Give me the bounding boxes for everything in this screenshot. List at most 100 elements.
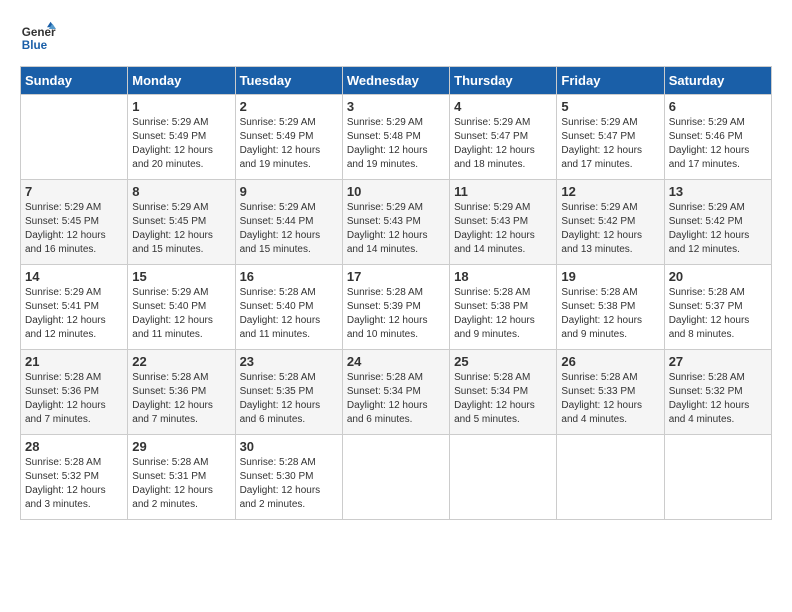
calendar-cell: 10 Sunrise: 5:29 AM Sunset: 5:43 PM Dayli…	[342, 180, 449, 265]
day-number: 22	[132, 354, 230, 369]
calendar-cell: 28 Sunrise: 5:28 AM Sunset: 5:32 PM Dayli…	[21, 435, 128, 520]
day-info: Sunrise: 5:28 AM Sunset: 5:38 PM Dayligh…	[561, 286, 659, 342]
calendar-cell: 20 Sunrise: 5:28 AM Sunset: 5:37 PM Dayli…	[664, 265, 771, 350]
day-info: Sunrise: 5:29 AM Sunset: 5:40 PM Dayligh…	[132, 286, 230, 342]
day-number: 29	[132, 439, 230, 454]
day-number: 23	[240, 354, 338, 369]
day-number: 21	[25, 354, 123, 369]
calendar-cell	[664, 435, 771, 520]
day-info: Sunrise: 5:28 AM Sunset: 5:32 PM Dayligh…	[25, 456, 123, 512]
day-number: 10	[347, 184, 445, 199]
day-info: Sunrise: 5:28 AM Sunset: 5:32 PM Dayligh…	[669, 371, 767, 427]
day-number: 3	[347, 99, 445, 114]
day-number: 4	[454, 99, 552, 114]
day-info: Sunrise: 5:29 AM Sunset: 5:46 PM Dayligh…	[669, 116, 767, 172]
calendar-cell	[450, 435, 557, 520]
day-info: Sunrise: 5:28 AM Sunset: 5:33 PM Dayligh…	[561, 371, 659, 427]
calendar-cell: 3 Sunrise: 5:29 AM Sunset: 5:48 PM Daylig…	[342, 95, 449, 180]
day-info: Sunrise: 5:29 AM Sunset: 5:49 PM Dayligh…	[132, 116, 230, 172]
day-number: 24	[347, 354, 445, 369]
day-info: Sunrise: 5:29 AM Sunset: 5:42 PM Dayligh…	[669, 201, 767, 257]
day-info: Sunrise: 5:29 AM Sunset: 5:45 PM Dayligh…	[25, 201, 123, 257]
day-number: 1	[132, 99, 230, 114]
calendar-cell: 19 Sunrise: 5:28 AM Sunset: 5:38 PM Dayli…	[557, 265, 664, 350]
calendar-cell: 27 Sunrise: 5:28 AM Sunset: 5:32 PM Dayli…	[664, 350, 771, 435]
calendar-cell: 11Sunrise: 5:29 AM Sunset: 5:43 PM Dayli…	[450, 180, 557, 265]
day-number: 9	[240, 184, 338, 199]
weekday-header-wednesday: Wednesday	[342, 67, 449, 95]
calendar-table: SundayMondayTuesdayWednesdayThursdayFrid…	[20, 66, 772, 520]
calendar-cell: 5 Sunrise: 5:29 AM Sunset: 5:47 PM Daylig…	[557, 95, 664, 180]
weekday-header-thursday: Thursday	[450, 67, 557, 95]
calendar-cell: 2 Sunrise: 5:29 AM Sunset: 5:49 PM Daylig…	[235, 95, 342, 180]
day-number: 5	[561, 99, 659, 114]
day-info: Sunrise: 5:29 AM Sunset: 5:44 PM Dayligh…	[240, 201, 338, 257]
weekday-header-friday: Friday	[557, 67, 664, 95]
calendar-cell: 17 Sunrise: 5:28 AM Sunset: 5:39 PM Dayli…	[342, 265, 449, 350]
calendar-cell: 6 Sunrise: 5:29 AM Sunset: 5:46 PM Daylig…	[664, 95, 771, 180]
calendar-cell: 24 Sunrise: 5:28 AM Sunset: 5:34 PM Dayli…	[342, 350, 449, 435]
calendar-cell: 29 Sunrise: 5:28 AM Sunset: 5:31 PM Dayli…	[128, 435, 235, 520]
day-number: 20	[669, 269, 767, 284]
logo: General Blue	[20, 20, 56, 56]
calendar-cell: 14Sunrise: 5:29 AM Sunset: 5:41 PM Dayli…	[21, 265, 128, 350]
day-number: 30	[240, 439, 338, 454]
day-info: Sunrise: 5:28 AM Sunset: 5:37 PM Dayligh…	[669, 286, 767, 342]
calendar-cell: 1 Sunrise: 5:29 AM Sunset: 5:49 PM Daylig…	[128, 95, 235, 180]
day-number: 26	[561, 354, 659, 369]
day-number: 8	[132, 184, 230, 199]
calendar-cell	[21, 95, 128, 180]
calendar-cell: 9 Sunrise: 5:29 AM Sunset: 5:44 PM Daylig…	[235, 180, 342, 265]
calendar-cell	[342, 435, 449, 520]
day-info: Sunrise: 5:28 AM Sunset: 5:40 PM Dayligh…	[240, 286, 338, 342]
logo-icon: General Blue	[20, 20, 56, 56]
calendar-cell: 26 Sunrise: 5:28 AM Sunset: 5:33 PM Dayli…	[557, 350, 664, 435]
day-number: 17	[347, 269, 445, 284]
day-number: 27	[669, 354, 767, 369]
calendar-cell: 16 Sunrise: 5:28 AM Sunset: 5:40 PM Dayli…	[235, 265, 342, 350]
calendar-cell: 30 Sunrise: 5:28 AM Sunset: 5:30 PM Dayli…	[235, 435, 342, 520]
day-info: Sunrise: 5:28 AM Sunset: 5:31 PM Dayligh…	[132, 456, 230, 512]
calendar-cell: 18 Sunrise: 5:28 AM Sunset: 5:38 PM Dayli…	[450, 265, 557, 350]
day-info: Sunrise: 5:29 AM Sunset: 5:47 PM Dayligh…	[454, 116, 552, 172]
day-info: Sunrise: 5:28 AM Sunset: 5:38 PM Dayligh…	[454, 286, 552, 342]
calendar-cell: 15 Sunrise: 5:29 AM Sunset: 5:40 PM Dayli…	[128, 265, 235, 350]
day-number: 28	[25, 439, 123, 454]
calendar-cell: 4 Sunrise: 5:29 AM Sunset: 5:47 PM Daylig…	[450, 95, 557, 180]
day-info: Sunrise: 5:29 AM Sunset: 5:43 PM Dayligh…	[347, 201, 445, 257]
day-info: Sunrise: 5:29 AM Sunset: 5:47 PM Dayligh…	[561, 116, 659, 172]
day-number: 6	[669, 99, 767, 114]
day-number: 19	[561, 269, 659, 284]
day-info: Sunrise: 5:29 AM Sunset: 5:45 PM Dayligh…	[132, 201, 230, 257]
day-number: 13	[669, 184, 767, 199]
calendar-cell: 22 Sunrise: 5:28 AM Sunset: 5:36 PM Dayli…	[128, 350, 235, 435]
day-number: 2	[240, 99, 338, 114]
day-info: Sunrise: 5:29 AM Sunset: 5:49 PM Dayligh…	[240, 116, 338, 172]
day-info: Sunrise: 5:28 AM Sunset: 5:35 PM Dayligh…	[240, 371, 338, 427]
day-number: 15	[132, 269, 230, 284]
calendar-cell: 21 Sunrise: 5:28 AM Sunset: 5:36 PM Dayli…	[21, 350, 128, 435]
day-info: Sunrise: 5:28 AM Sunset: 5:39 PM Dayligh…	[347, 286, 445, 342]
day-info: Sunrise: 5:29 AM Sunset: 5:42 PM Dayligh…	[561, 201, 659, 257]
calendar-cell: 7 Sunrise: 5:29 AM Sunset: 5:45 PM Daylig…	[21, 180, 128, 265]
day-info: Sunrise: 5:28 AM Sunset: 5:36 PM Dayligh…	[132, 371, 230, 427]
weekday-header-sunday: Sunday	[21, 67, 128, 95]
day-number: 18	[454, 269, 552, 284]
svg-text:Blue: Blue	[22, 39, 48, 52]
day-info: Sunrise: 5:28 AM Sunset: 5:36 PM Dayligh…	[25, 371, 123, 427]
calendar-cell: 8 Sunrise: 5:29 AM Sunset: 5:45 PM Daylig…	[128, 180, 235, 265]
day-number: 12	[561, 184, 659, 199]
weekday-header-saturday: Saturday	[664, 67, 771, 95]
day-number: 7	[25, 184, 123, 199]
day-number: 25	[454, 354, 552, 369]
day-info: Sunrise: 5:28 AM Sunset: 5:34 PM Dayligh…	[347, 371, 445, 427]
day-info: Sunrise: 5:28 AM Sunset: 5:30 PM Dayligh…	[240, 456, 338, 512]
calendar-cell: 25 Sunrise: 5:28 AM Sunset: 5:34 PM Dayli…	[450, 350, 557, 435]
day-info: Sunrise: 5:29 AM Sunset: 5:48 PM Dayligh…	[347, 116, 445, 172]
weekday-header-monday: Monday	[128, 67, 235, 95]
day-number: 11	[454, 184, 552, 199]
page-header: General Blue	[20, 20, 772, 56]
calendar-cell: 23 Sunrise: 5:28 AM Sunset: 5:35 PM Dayli…	[235, 350, 342, 435]
day-number: 16	[240, 269, 338, 284]
day-info: Sunrise: 5:28 AM Sunset: 5:34 PM Dayligh…	[454, 371, 552, 427]
